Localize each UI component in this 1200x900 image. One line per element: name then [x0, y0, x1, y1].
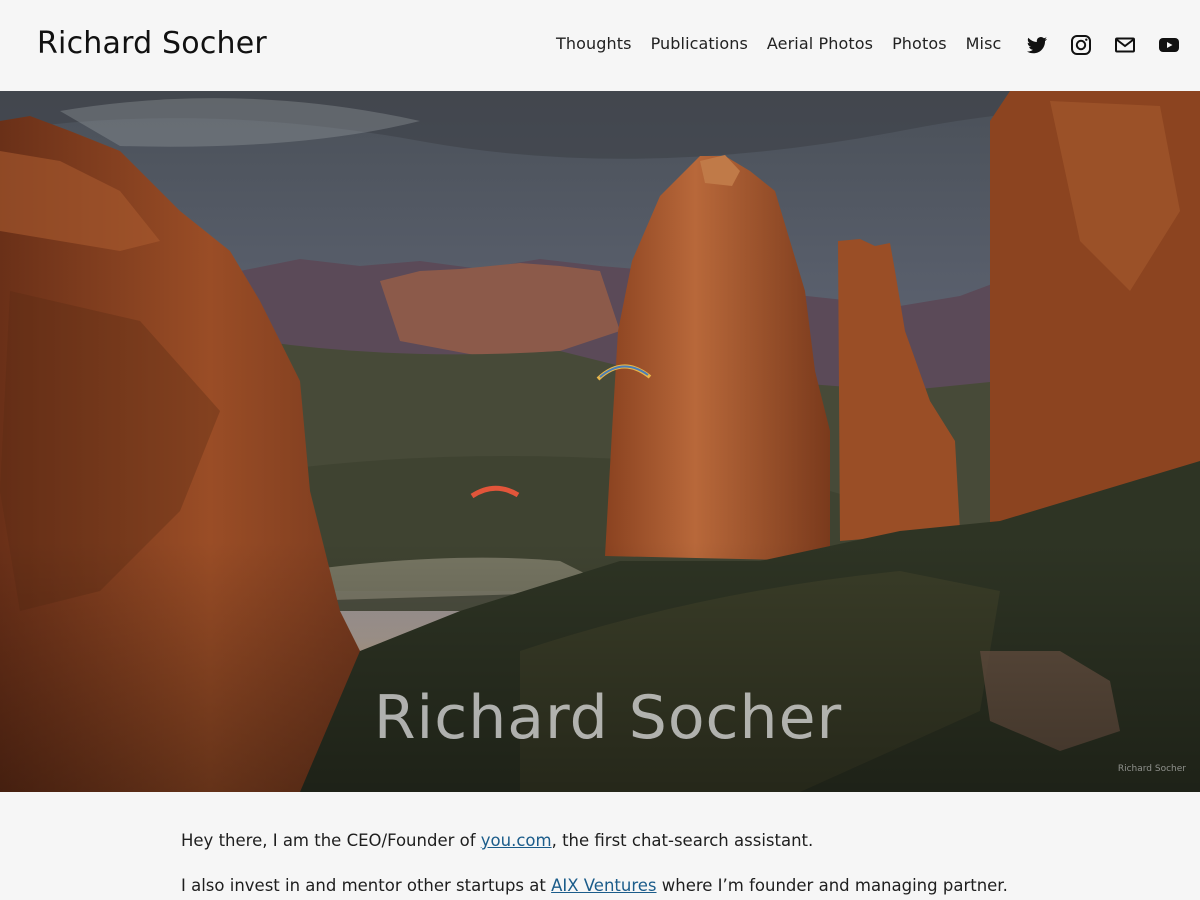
hero-banner: Richard Socher Richard Socher — [0, 91, 1200, 792]
social-links — [1025, 33, 1181, 57]
aix-ventures-link[interactable]: AIX Ventures — [551, 876, 656, 895]
youcom-link[interactable]: you.com — [481, 831, 552, 850]
site-title[interactable]: Richard Socher — [37, 24, 267, 64]
nav-photos[interactable]: Photos — [892, 33, 947, 55]
intro-text: , the first chat-search assistant. — [551, 831, 814, 850]
nav-thoughts[interactable]: Thoughts — [556, 33, 632, 55]
site-header: Richard Socher Thoughts Publications Aer… — [0, 0, 1200, 91]
nav-misc[interactable]: Misc — [966, 33, 1002, 55]
hero-title: Richard Socher — [373, 683, 843, 753]
intro-paragraph-1: Hey there, I am the CEO/Founder of you.c… — [181, 829, 813, 853]
intro-text: I also invest in and mentor other startu… — [181, 876, 552, 895]
youtube-icon[interactable] — [1157, 33, 1181, 57]
email-icon[interactable] — [1113, 33, 1137, 57]
twitter-icon[interactable] — [1025, 33, 1049, 57]
instagram-icon[interactable] — [1069, 33, 1093, 57]
intro-text: Hey there, I am the CEO/Founder of — [181, 831, 481, 850]
main-nav: Thoughts Publications Aerial Photos Phot… — [556, 33, 1020, 55]
photo-watermark: Richard Socher — [1117, 764, 1186, 774]
intro-paragraph-2: I also invest in and mentor other startu… — [181, 874, 1008, 898]
nav-aerial-photos[interactable]: Aerial Photos — [767, 33, 873, 55]
nav-publications[interactable]: Publications — [651, 33, 748, 55]
intro-text: where I’m founder and managing partner. — [656, 876, 1008, 895]
